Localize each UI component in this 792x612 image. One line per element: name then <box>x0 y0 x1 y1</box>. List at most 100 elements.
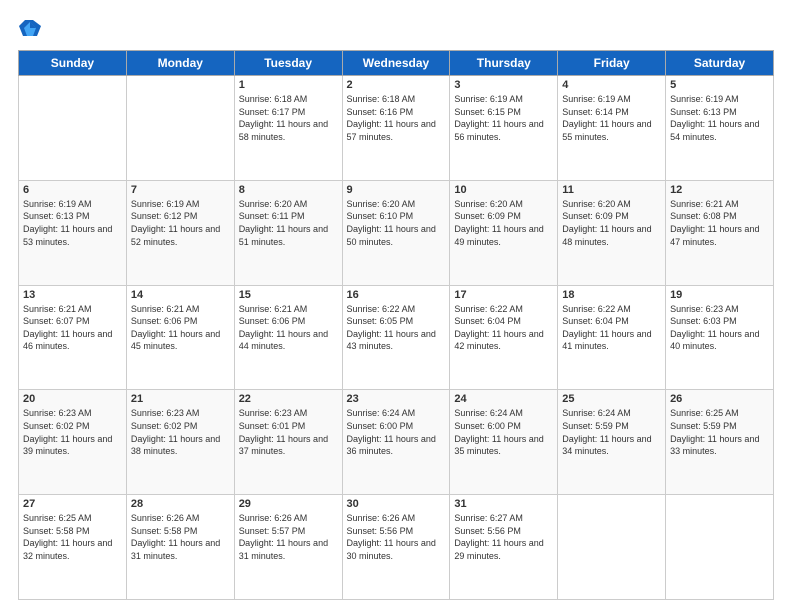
day-info: Sunrise: 6:21 AM Sunset: 6:08 PM Dayligh… <box>670 198 769 248</box>
day-number: 8 <box>239 184 338 196</box>
day-number: 10 <box>454 184 553 196</box>
day-number: 31 <box>454 498 553 510</box>
table-row: 28 Sunrise: 6:26 AM Sunset: 5:58 PM Dayli… <box>126 495 234 600</box>
day-number: 4 <box>562 79 661 91</box>
table-row <box>126 76 234 181</box>
day-number: 20 <box>23 393 122 405</box>
day-number: 26 <box>670 393 769 405</box>
day-number: 2 <box>347 79 446 91</box>
table-row: 16Sunrise: 6:22 AM Sunset: 6:05 PM Dayli… <box>342 285 450 390</box>
table-row: 9 Sunrise: 6:20 AM Sunset: 6:10 PM Daylig… <box>342 180 450 285</box>
day-info: Sunrise: 6:24 AM Sunset: 5:59 PM Dayligh… <box>562 407 661 457</box>
day-number: 23 <box>347 393 446 405</box>
table-row: 2 Sunrise: 6:18 AM Sunset: 6:16 PM Daylig… <box>342 76 450 181</box>
day-info: Sunrise: 6:22 AM Sunset: 6:04 PM Dayligh… <box>562 303 661 353</box>
day-info: Sunrise: 6:19 AM Sunset: 6:13 PM Dayligh… <box>23 198 122 248</box>
table-row: 29Sunrise: 6:26 AM Sunset: 5:57 PM Dayli… <box>234 495 342 600</box>
table-row: 3Sunrise: 6:19 AM Sunset: 6:15 PM Daylig… <box>450 76 558 181</box>
table-row: 6 Sunrise: 6:19 AM Sunset: 6:13 PM Daylig… <box>19 180 127 285</box>
col-friday: Friday <box>558 51 666 76</box>
day-info: Sunrise: 6:23 AM Sunset: 6:01 PM Dayligh… <box>239 407 338 457</box>
col-sunday: Sunday <box>19 51 127 76</box>
calendar-week-row: 1 Sunrise: 6:18 AM Sunset: 6:17 PM Daylig… <box>19 76 774 181</box>
day-info: Sunrise: 6:20 AM Sunset: 6:11 PM Dayligh… <box>239 198 338 248</box>
table-row: 14 Sunrise: 6:21 AM Sunset: 6:06 PM Dayli… <box>126 285 234 390</box>
table-row: 15 Sunrise: 6:21 AM Sunset: 6:06 PM Dayli… <box>234 285 342 390</box>
page: Sunday Monday Tuesday Wednesday Thursday… <box>0 0 792 612</box>
calendar-week-row: 27 Sunrise: 6:25 AM Sunset: 5:58 PM Dayli… <box>19 495 774 600</box>
day-info: Sunrise: 6:20 AM Sunset: 6:10 PM Dayligh… <box>347 198 446 248</box>
logo <box>18 18 41 40</box>
day-number: 24 <box>454 393 553 405</box>
header <box>18 18 774 40</box>
table-row: 31 Sunrise: 6:27 AM Sunset: 5:56 PM Dayli… <box>450 495 558 600</box>
day-info: Sunrise: 6:23 AM Sunset: 6:02 PM Dayligh… <box>23 407 122 457</box>
day-info: Sunrise: 6:18 AM Sunset: 6:16 PM Dayligh… <box>347 93 446 143</box>
day-info: Sunrise: 6:26 AM Sunset: 5:58 PM Dayligh… <box>131 512 230 562</box>
day-number: 21 <box>131 393 230 405</box>
day-number: 27 <box>23 498 122 510</box>
table-row: 24Sunrise: 6:24 AM Sunset: 6:00 PM Dayli… <box>450 390 558 495</box>
table-row: 5Sunrise: 6:19 AM Sunset: 6:13 PM Daylig… <box>666 76 774 181</box>
day-number: 18 <box>562 289 661 301</box>
table-row: 1 Sunrise: 6:18 AM Sunset: 6:17 PM Daylig… <box>234 76 342 181</box>
day-number: 13 <box>23 289 122 301</box>
table-row: 27 Sunrise: 6:25 AM Sunset: 5:58 PM Dayli… <box>19 495 127 600</box>
calendar-week-row: 6 Sunrise: 6:19 AM Sunset: 6:13 PM Daylig… <box>19 180 774 285</box>
table-row: 19Sunrise: 6:23 AM Sunset: 6:03 PM Dayli… <box>666 285 774 390</box>
day-info: Sunrise: 6:21 AM Sunset: 6:06 PM Dayligh… <box>131 303 230 353</box>
table-row: 18 Sunrise: 6:22 AM Sunset: 6:04 PM Dayli… <box>558 285 666 390</box>
day-info: Sunrise: 6:20 AM Sunset: 6:09 PM Dayligh… <box>454 198 553 248</box>
day-info: Sunrise: 6:26 AM Sunset: 5:56 PM Dayligh… <box>347 512 446 562</box>
col-monday: Monday <box>126 51 234 76</box>
table-row: 10 Sunrise: 6:20 AM Sunset: 6:09 PM Dayli… <box>450 180 558 285</box>
day-number: 5 <box>670 79 769 91</box>
day-number: 9 <box>347 184 446 196</box>
logo-icon <box>19 18 41 40</box>
day-number: 12 <box>670 184 769 196</box>
table-row: 7 Sunrise: 6:19 AM Sunset: 6:12 PM Daylig… <box>126 180 234 285</box>
table-row: 13 Sunrise: 6:21 AM Sunset: 6:07 PM Dayli… <box>19 285 127 390</box>
day-number: 11 <box>562 184 661 196</box>
day-info: Sunrise: 6:23 AM Sunset: 6:02 PM Dayligh… <box>131 407 230 457</box>
table-row: 30Sunrise: 6:26 AM Sunset: 5:56 PM Dayli… <box>342 495 450 600</box>
day-number: 6 <box>23 184 122 196</box>
day-number: 22 <box>239 393 338 405</box>
col-saturday: Saturday <box>666 51 774 76</box>
calendar-header-row: Sunday Monday Tuesday Wednesday Thursday… <box>19 51 774 76</box>
calendar-week-row: 20 Sunrise: 6:23 AM Sunset: 6:02 PM Dayli… <box>19 390 774 495</box>
day-number: 25 <box>562 393 661 405</box>
day-number: 7 <box>131 184 230 196</box>
table-row: 26 Sunrise: 6:25 AM Sunset: 5:59 PM Dayli… <box>666 390 774 495</box>
day-number: 14 <box>131 289 230 301</box>
day-info: Sunrise: 6:24 AM Sunset: 6:00 PM Dayligh… <box>347 407 446 457</box>
day-number: 15 <box>239 289 338 301</box>
day-number: 28 <box>131 498 230 510</box>
day-info: Sunrise: 6:18 AM Sunset: 6:17 PM Dayligh… <box>239 93 338 143</box>
col-thursday: Thursday <box>450 51 558 76</box>
day-info: Sunrise: 6:27 AM Sunset: 5:56 PM Dayligh… <box>454 512 553 562</box>
day-info: Sunrise: 6:19 AM Sunset: 6:14 PM Dayligh… <box>562 93 661 143</box>
table-row: 11Sunrise: 6:20 AM Sunset: 6:09 PM Dayli… <box>558 180 666 285</box>
day-info: Sunrise: 6:25 AM Sunset: 5:58 PM Dayligh… <box>23 512 122 562</box>
table-row: 4 Sunrise: 6:19 AM Sunset: 6:14 PM Daylig… <box>558 76 666 181</box>
table-row: 12 Sunrise: 6:21 AM Sunset: 6:08 PM Dayli… <box>666 180 774 285</box>
table-row: 21 Sunrise: 6:23 AM Sunset: 6:02 PM Dayli… <box>126 390 234 495</box>
day-info: Sunrise: 6:22 AM Sunset: 6:04 PM Dayligh… <box>454 303 553 353</box>
table-row <box>558 495 666 600</box>
day-info: Sunrise: 6:22 AM Sunset: 6:05 PM Dayligh… <box>347 303 446 353</box>
day-number: 17 <box>454 289 553 301</box>
table-row: 22 Sunrise: 6:23 AM Sunset: 6:01 PM Dayli… <box>234 390 342 495</box>
day-info: Sunrise: 6:26 AM Sunset: 5:57 PM Dayligh… <box>239 512 338 562</box>
table-row: 23 Sunrise: 6:24 AM Sunset: 6:00 PM Dayli… <box>342 390 450 495</box>
day-info: Sunrise: 6:25 AM Sunset: 5:59 PM Dayligh… <box>670 407 769 457</box>
day-number: 1 <box>239 79 338 91</box>
calendar-table: Sunday Monday Tuesday Wednesday Thursday… <box>18 50 774 600</box>
table-row: 17 Sunrise: 6:22 AM Sunset: 6:04 PM Dayli… <box>450 285 558 390</box>
calendar-week-row: 13 Sunrise: 6:21 AM Sunset: 6:07 PM Dayli… <box>19 285 774 390</box>
day-info: Sunrise: 6:19 AM Sunset: 6:12 PM Dayligh… <box>131 198 230 248</box>
day-info: Sunrise: 6:19 AM Sunset: 6:15 PM Dayligh… <box>454 93 553 143</box>
table-row: 25 Sunrise: 6:24 AM Sunset: 5:59 PM Dayli… <box>558 390 666 495</box>
day-info: Sunrise: 6:21 AM Sunset: 6:06 PM Dayligh… <box>239 303 338 353</box>
day-info: Sunrise: 6:21 AM Sunset: 6:07 PM Dayligh… <box>23 303 122 353</box>
